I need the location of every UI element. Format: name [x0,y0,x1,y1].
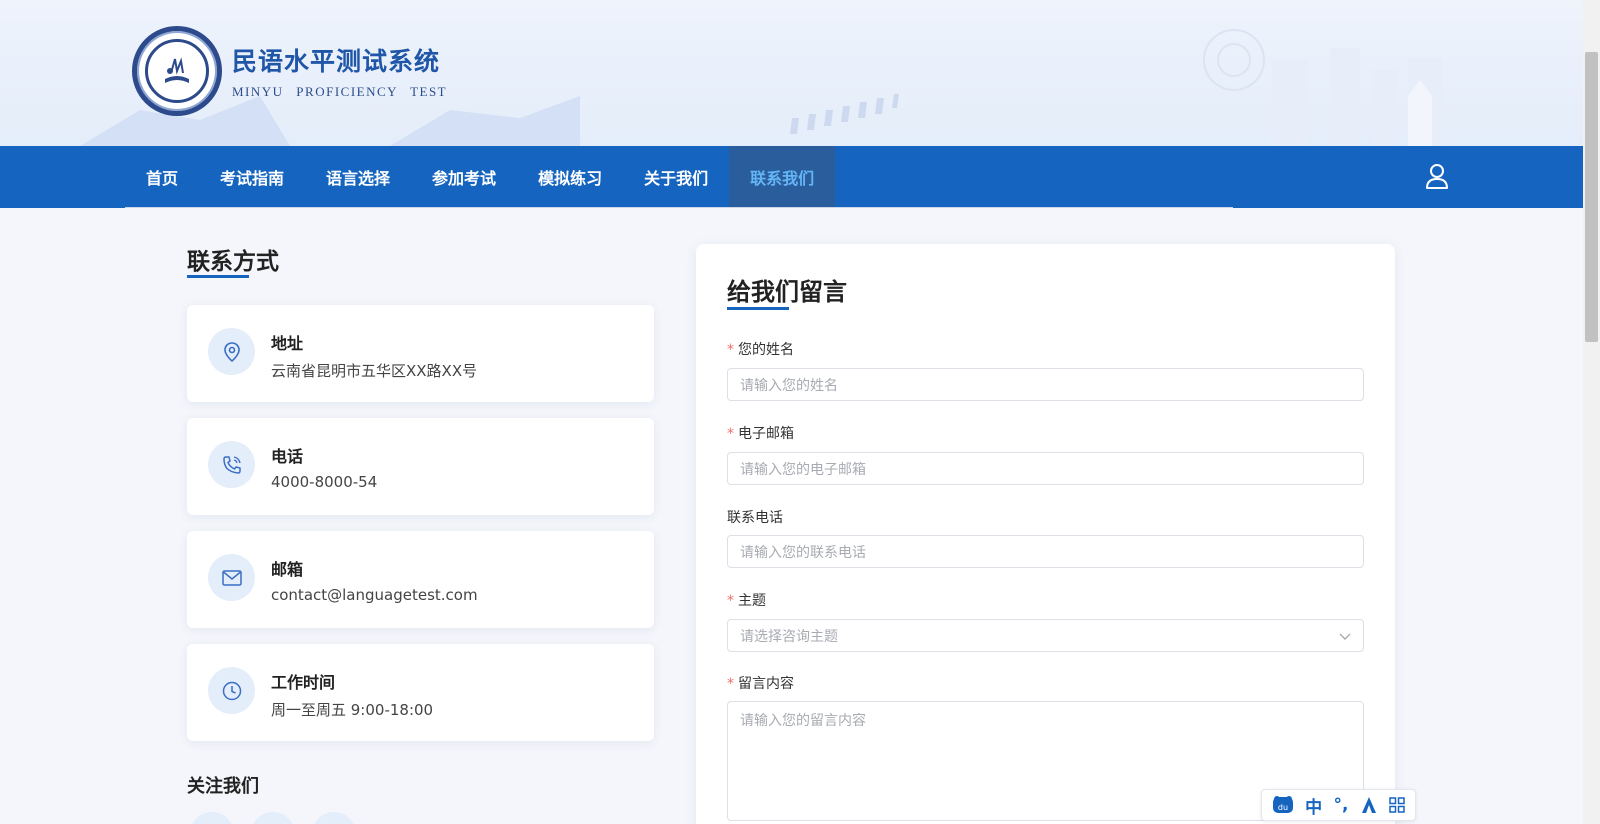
contact-label: 电话 [271,447,304,466]
contact-label: 工作时间 [271,673,336,692]
message-form-title: 给我们留言 [727,278,847,306]
required-mark: * [727,426,734,442]
contact-card-phone: 电话 4000-8000-54 [187,418,654,515]
email-label: * 电子邮箱 [727,426,794,442]
nav-item-exam-guide[interactable]: 考试指南 [199,146,305,208]
subject-label: * 主题 [727,593,766,609]
name-label: * 您的姓名 [727,342,794,358]
contact-value: 云南省昆明市五华区XX路XX号 [271,362,478,380]
subject-select[interactable]: 请选择咨询主题 [727,619,1364,652]
contact-card-hours: 工作时间 周一至周五 9:00-18:00 [187,644,654,741]
contact-label: 邮箱 [271,560,304,579]
location-pin-icon [208,328,255,375]
logo-emblem-icon [132,26,222,116]
site-title: 民语水平测试系统 [232,47,441,76]
phone-label: 联系电话 [727,510,783,526]
follow-us-title: 关注我们 [187,776,259,797]
title-underline [727,307,789,310]
social-link[interactable] [190,812,234,824]
social-link[interactable] [251,812,295,824]
nav-item-home[interactable]: 首页 [125,146,199,208]
grid-menu-icon[interactable] [1389,797,1406,813]
nav-item-practice[interactable]: 模拟练习 [517,146,623,208]
name-input[interactable]: 请输入您的姓名 [727,368,1364,401]
page-scrollbar[interactable] [1583,0,1600,824]
contact-value: contact@languagetest.com [271,586,478,604]
ime-skin-icon[interactable] [1360,796,1378,814]
main-nav: 首页 考试指南 语言选择 参加考试 模拟练习 关于我们 联系我们 [0,146,1583,208]
nav-divider [125,207,1233,208]
site-subtitle: MINYU PROFICIENCY TEST [232,84,448,99]
social-link[interactable] [312,812,356,824]
nav-item-take-exam[interactable]: 参加考试 [411,146,517,208]
required-mark: * [727,593,734,609]
phone-input[interactable]: 请输入您的联系电话 [727,535,1364,568]
scrollbar-thumb[interactable] [1585,52,1598,342]
required-mark: * [727,342,734,358]
mail-icon [208,554,255,601]
contact-card-email: 邮箱 contact@languagetest.com [187,531,654,628]
nav-item-contact[interactable]: 联系我们 [729,146,836,208]
nav-item-language-select[interactable]: 语言选择 [305,146,411,208]
ime-punctuation-toggle[interactable]: °, [1334,795,1349,815]
chevron-down-icon [1339,633,1351,640]
header-banner: 民语水平测试系统 MINYU PROFICIENCY TEST [0,0,1583,146]
contact-label: 地址 [271,334,304,353]
user-icon[interactable] [1425,163,1449,189]
required-mark: * [727,676,734,692]
message-label: * 留言内容 [727,676,794,692]
ime-toolbar: du 中 °, [1261,789,1416,821]
clock-icon [208,667,255,714]
contact-value: 4000-8000-54 [271,473,378,491]
contact-value: 周一至周五 9:00-18:00 [271,701,434,719]
title-underline [187,275,249,278]
site-logo[interactable]: 民语水平测试系统 MINYU PROFICIENCY TEST [132,26,447,116]
ime-mode-toggle[interactable]: 中 [1305,793,1322,818]
subject-select-placeholder: 请选择咨询主题 [740,628,838,645]
contact-card-address: 地址 云南省昆明市五华区XX路XX号 [187,305,654,402]
email-input[interactable]: 请输入您的电子邮箱 [727,452,1364,485]
baidu-ime-icon[interactable]: du [1272,795,1294,815]
phone-icon [208,441,255,488]
svg-text:du: du [1278,803,1288,812]
contact-info-title: 联系方式 [187,249,279,275]
nav-item-about[interactable]: 关于我们 [623,146,729,208]
